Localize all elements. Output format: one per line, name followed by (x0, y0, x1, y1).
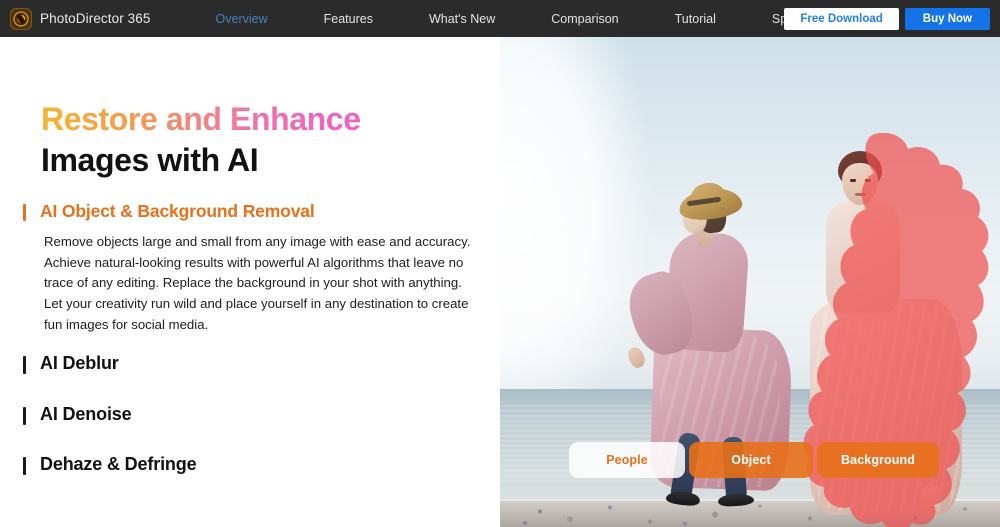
accordion-marker-bar (23, 457, 26, 476)
accordion-title: AI Denoise (40, 403, 132, 424)
accordion-title: AI Object & Background Removal (40, 201, 315, 221)
selection-mode-tabs: People Object Background (569, 442, 939, 478)
accordion-title: AI Deblur (40, 353, 119, 374)
nav-link-comparison[interactable]: Comparison (551, 12, 618, 26)
masked-eye-right (865, 179, 871, 182)
masked-face (842, 163, 878, 205)
accordion-body-text: Remove objects large and small from any … (44, 233, 471, 333)
left-content-pane: Restore and Enhance Images with AI AI Ob… (0, 37, 500, 527)
page-title: Restore and Enhance Images with AI (41, 99, 361, 180)
tab-background[interactable]: Background (817, 442, 939, 478)
accordion-item-ai-deblur[interactable]: AI Deblur (23, 348, 483, 379)
accordion-item-ai-object-background-removal[interactable]: AI Object & Background Removal Remove ob… (23, 197, 483, 336)
preview-image-panel: People Object Background (500, 37, 1000, 527)
page-body: Restore and Enhance Images with AI AI Ob… (0, 37, 1000, 527)
nav-links: Overview Features What's New Comparison … (216, 12, 863, 26)
accordion-item-dehaze-defringe[interactable]: Dehaze & Defringe (23, 449, 483, 480)
accordion-title: Dehaze & Defringe (40, 454, 197, 475)
tab-object[interactable]: Object (689, 442, 813, 478)
accordion-item-ai-denoise[interactable]: AI Denoise (23, 399, 483, 430)
headline-dark-text: Images with AI (41, 141, 259, 178)
tab-people[interactable]: People (569, 442, 685, 478)
masked-torso (826, 201, 900, 313)
buy-now-button[interactable]: Buy Now (904, 7, 990, 30)
nav-link-overview[interactable]: Overview (216, 12, 268, 26)
nav-link-features[interactable]: Features (324, 12, 373, 26)
free-download-button[interactable]: Free Download (784, 7, 899, 30)
accordion-header[interactable]: AI Denoise (23, 399, 483, 430)
masked-mouth (855, 193, 866, 196)
masked-dress-texture (814, 303, 960, 511)
brand-logo[interactable]: PhotoDirector 365 (10, 7, 151, 30)
top-navigation-bar: PhotoDirector 365 Overview Features What… (0, 0, 1000, 37)
accordion-header[interactable]: Dehaze & Defringe (23, 449, 483, 480)
aperture-icon (10, 7, 32, 30)
accordion-marker-bar (23, 356, 26, 375)
nav-link-whats-new[interactable]: What's New (429, 12, 495, 26)
headline-gradient-text: Restore and Enhance (41, 99, 361, 140)
accordion-marker-bar (23, 406, 26, 425)
accordion-header[interactable]: AI Deblur (23, 348, 483, 379)
nav-actions: Free Download Buy Now (784, 0, 990, 37)
nav-link-tutorial[interactable]: Tutorial (675, 12, 716, 26)
brand-name: PhotoDirector 365 (40, 11, 151, 26)
feature-accordion: AI Object & Background Removal Remove ob… (23, 197, 483, 500)
accordion-marker-bar (23, 204, 26, 221)
masked-eye-left (850, 179, 856, 182)
accordion-header[interactable]: AI Object & Background Removal (23, 197, 483, 227)
